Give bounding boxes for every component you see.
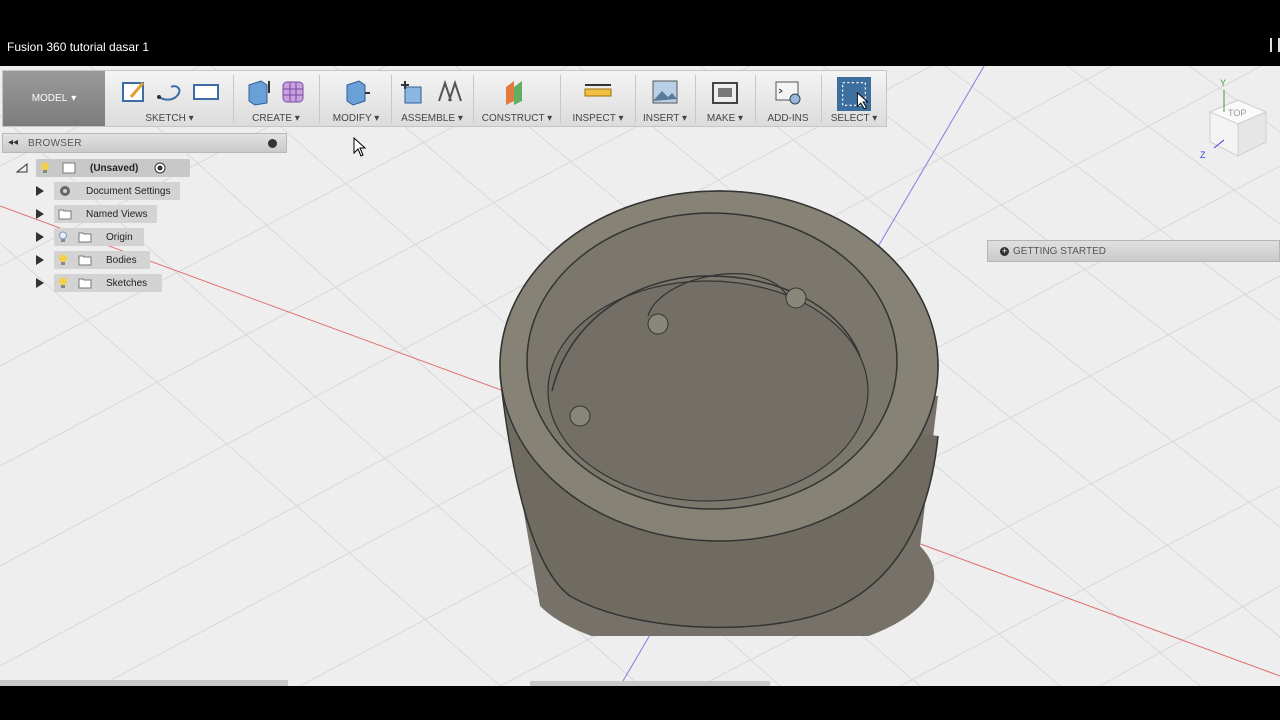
window-control-icon[interactable] [1270, 38, 1280, 52]
getting-started-panel[interactable]: + GETTING STARTED [987, 240, 1280, 262]
modify-group[interactable]: MODIFY ▾ [321, 71, 391, 126]
assemble-group[interactable]: ASSEMBLE ▾ [393, 71, 471, 126]
browser-panel-header[interactable]: ◂◂ BROWSER [2, 133, 287, 153]
insert-label: INSERT [642, 113, 680, 124]
toolbar-divider [473, 75, 474, 123]
construct-group[interactable]: CONSTRUCT ▾ [476, 71, 558, 126]
select-group[interactable]: SELECT ▾ [823, 71, 885, 126]
viewcube[interactable]: TOP Y Z [1200, 72, 1280, 162]
getting-started-label: GETTING STARTED [1013, 246, 1106, 257]
toolbar-divider [391, 75, 392, 123]
construct-label: CONSTRUCT [481, 113, 545, 124]
chevron-down-icon: ▾ [71, 93, 77, 104]
toolbar-divider [233, 75, 234, 123]
folder-icon [78, 232, 92, 243]
toolbar-divider [560, 75, 561, 123]
browser-item-document-settings[interactable]: Document Settings [34, 182, 184, 200]
make-group[interactable]: MAKE ▾ [697, 71, 753, 126]
addins-group[interactable]: ADD-INS [757, 71, 819, 126]
document-settings-label: Document Settings [86, 185, 171, 197]
new-component-icon[interactable] [399, 77, 429, 107]
toolbar-divider [821, 75, 822, 123]
folder-icon [78, 278, 92, 289]
workspace-label: MODEL [31, 93, 68, 104]
expand-triangle-icon[interactable] [36, 255, 44, 265]
browser-root-node[interactable]: (Unsaved) [14, 159, 190, 177]
viewcube-top-label: TOP [1228, 108, 1246, 118]
make-label: MAKE [706, 113, 736, 124]
expand-triangle-icon[interactable] [36, 232, 44, 242]
joint-icon[interactable] [435, 77, 465, 107]
expanded-triangle-icon[interactable] [16, 163, 28, 173]
lightbulb-icon[interactable] [40, 162, 50, 174]
create-sketch-icon[interactable] [119, 77, 149, 107]
component-icon [62, 162, 76, 174]
measure-icon[interactable] [583, 77, 613, 107]
lightbulb-icon[interactable] [58, 254, 68, 266]
bodies-label: Bodies [106, 254, 137, 266]
addins-label: ADD-INS [767, 113, 809, 124]
main-toolbar: MODEL ▾ SKETCH ▾ CREATE ▾ MODIFY ▾ ASSEM… [2, 70, 887, 127]
expand-triangle-icon[interactable] [36, 186, 44, 196]
window-title: Fusion 360 tutorial dasar 1 [7, 40, 150, 54]
mouse-cursor-icon [353, 137, 367, 157]
workspace-switcher-button[interactable]: MODEL ▾ [3, 71, 105, 126]
origin-label: Origin [106, 231, 133, 243]
sketch-label: SKETCH [145, 113, 186, 124]
activate-radio-icon[interactable] [154, 162, 166, 174]
expand-triangle-icon[interactable] [36, 278, 44, 288]
folder-icon [78, 255, 92, 266]
gear-icon [60, 186, 70, 196]
sketch-group[interactable]: SKETCH ▾ [108, 71, 231, 126]
lightbulb-icon[interactable] [58, 277, 68, 289]
press-pull-icon[interactable] [341, 77, 371, 107]
insert-image-icon[interactable] [650, 77, 680, 107]
minimize-circle-icon[interactable] [268, 139, 277, 148]
inspect-group[interactable]: INSPECT ▾ [563, 71, 633, 126]
named-views-label: Named Views [86, 208, 148, 220]
lightbulb-off-icon[interactable] [58, 231, 68, 243]
y-axis-label: Y [1220, 78, 1226, 88]
browser-item-sketches[interactable]: Sketches [34, 274, 164, 292]
scripts-addins-icon[interactable] [773, 77, 803, 107]
folder-icon [58, 209, 72, 220]
toolbar-divider [635, 75, 636, 123]
expand-triangle-icon[interactable] [36, 209, 44, 219]
insert-group[interactable]: INSERT ▾ [637, 71, 693, 126]
expand-plus-icon[interactable]: + [1000, 247, 1009, 256]
offset-plane-icon[interactable] [502, 77, 532, 107]
toolbar-divider [755, 75, 756, 123]
create-group[interactable]: CREATE ▾ [236, 71, 316, 126]
browser-item-named-views[interactable]: Named Views [34, 205, 164, 223]
3d-viewport[interactable]: MODEL ▾ SKETCH ▾ CREATE ▾ MODIFY ▾ ASSEM… [0, 66, 1280, 686]
root-component-label: (Unsaved) [90, 162, 139, 174]
extrude-icon[interactable] [243, 77, 273, 107]
inspect-label: INSPECT [572, 113, 616, 124]
line-tool-icon[interactable] [155, 77, 185, 107]
browser-title: BROWSER [28, 138, 82, 149]
browser-item-origin[interactable]: Origin [34, 228, 154, 246]
toolbar-divider [319, 75, 320, 123]
select-label: SELECT [830, 113, 870, 124]
status-bar [0, 686, 1280, 720]
sketches-label: Sketches [106, 277, 148, 289]
form-mesh-icon[interactable] [279, 77, 309, 107]
toolbar-divider [695, 75, 696, 123]
z-axis-label: Z [1200, 150, 1206, 160]
collapse-panel-icon[interactable]: ◂◂ [8, 137, 18, 148]
select-icon[interactable] [836, 77, 872, 111]
rectangle-tool-icon[interactable] [191, 77, 221, 107]
modify-label: MODIFY [332, 113, 372, 124]
create-label: CREATE [252, 113, 292, 124]
title-bar: Fusion 360 tutorial dasar 1 [0, 30, 1280, 66]
cylinder-model[interactable] [480, 166, 960, 636]
3d-print-icon[interactable] [710, 77, 740, 107]
assemble-label: ASSEMBLE [401, 113, 456, 124]
browser-item-bodies[interactable]: Bodies [34, 251, 154, 269]
